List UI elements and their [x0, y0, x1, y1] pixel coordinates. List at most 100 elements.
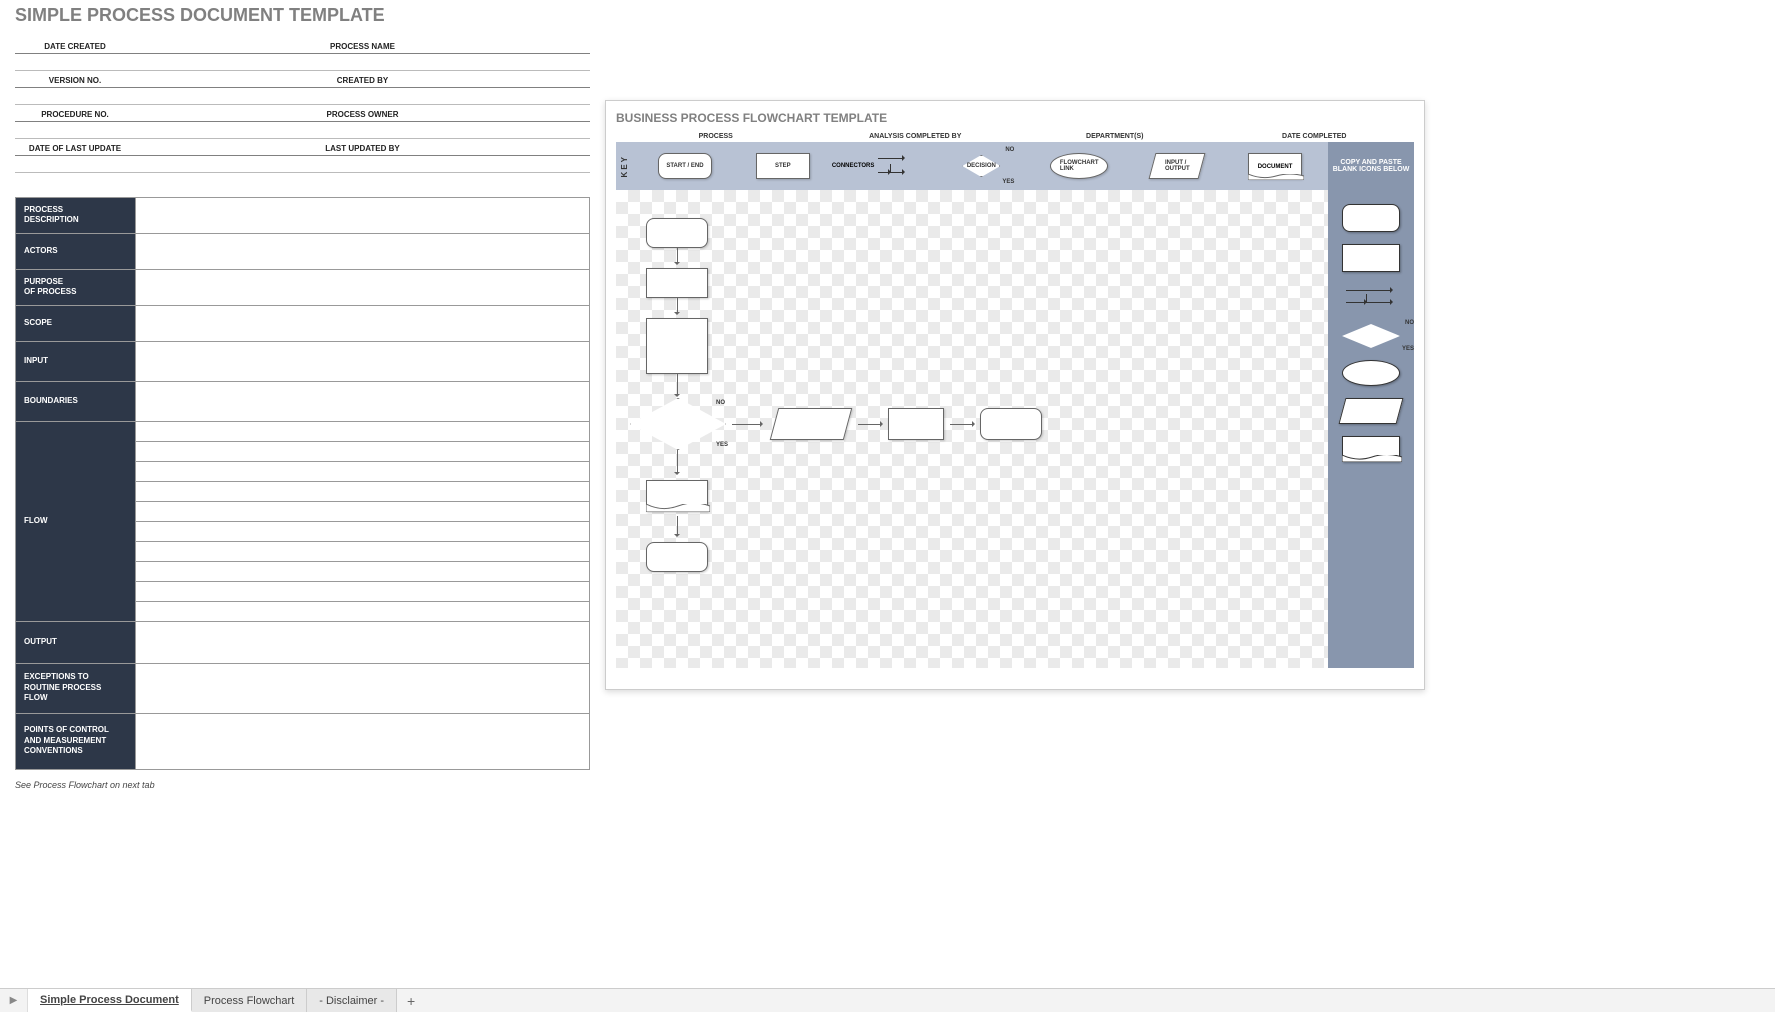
section-value-cell[interactable]	[136, 713, 590, 769]
sheet-tab[interactable]: Simple Process Document	[28, 989, 192, 1012]
canvas-document-node[interactable]	[646, 480, 708, 512]
section-value-cell[interactable]	[136, 621, 590, 663]
arrow-down-icon	[677, 516, 678, 536]
meta-value-cell[interactable]	[15, 87, 135, 104]
section-value-cell[interactable]	[136, 381, 590, 421]
key-bar: KEY START / END STEP CONNECTORS DECISIONNOY…	[616, 142, 1328, 190]
palette-rect-icon[interactable]	[1342, 244, 1400, 272]
key-document-icon: DOCUMENT	[1248, 153, 1302, 179]
arrow-right-icon	[732, 424, 762, 425]
canvas-big-step-node[interactable]	[646, 318, 708, 374]
fc-header-label: ANALYSIS COMPLETED BY	[816, 133, 1016, 140]
flowchart-headers: PROCESSANALYSIS COMPLETED BYDEPARTMENT(S…	[616, 133, 1414, 140]
section-value-cell[interactable]	[136, 305, 590, 341]
description-table: PROCESSDESCRIPTIONACTORSPURPOSEOF PROCES…	[15, 197, 590, 770]
meta-table: DATE CREATEDPROCESS NAMEVERSION NO.CREAT…	[15, 36, 590, 173]
palette-document-icon[interactable]	[1342, 436, 1400, 462]
meta-label: DATE CREATED	[15, 36, 135, 53]
sheet-tab[interactable]: Process Flowchart	[192, 989, 307, 1012]
meta-label: PROCEDURE NO.	[15, 104, 135, 121]
section-value-cell[interactable]	[136, 581, 590, 601]
meta-value-cell[interactable]	[15, 155, 135, 172]
decision-yes-label: YES	[716, 442, 728, 448]
section-value-cell[interactable]	[136, 663, 590, 713]
key-item: FLOWCHARTLINK	[1030, 153, 1128, 179]
canvas-io-node[interactable]	[770, 408, 853, 440]
canvas-decision-node[interactable]	[630, 398, 726, 450]
section-value-cell[interactable]	[136, 521, 590, 541]
section-label: OUTPUT	[16, 621, 136, 663]
section-label: BOUNDARIES	[16, 381, 136, 421]
arrow-right-icon	[950, 424, 974, 425]
key-item: START / END	[636, 153, 734, 179]
section-value-cell[interactable]	[136, 421, 590, 441]
section-label: EXCEPTIONS TOROUTINE PROCESS FLOW	[16, 663, 136, 713]
meta-value-cell[interactable]	[15, 121, 135, 138]
section-label: ACTORS	[16, 233, 136, 269]
key-connectors-icon	[878, 150, 932, 182]
palette-ellipse-icon[interactable]	[1342, 360, 1400, 386]
section-value-cell[interactable]	[136, 441, 590, 461]
section-value-cell[interactable]	[136, 481, 590, 501]
section-value-cell[interactable]	[136, 269, 590, 305]
section-value-cell[interactable]	[136, 197, 590, 233]
section-label: POINTS OF CONTROLAND MEASUREMENTCONVENTI…	[16, 713, 136, 769]
section-value-cell[interactable]	[136, 561, 590, 581]
footnote: See Process Flowchart on next tab	[15, 780, 590, 790]
section-label: FLOW	[16, 421, 136, 621]
section-label: INPUT	[16, 341, 136, 381]
arrow-down-icon	[677, 450, 678, 474]
key-rect-icon: STEP	[756, 153, 810, 179]
meta-value-cell[interactable]	[135, 87, 590, 104]
flowchart-body: NO YES	[616, 190, 1414, 668]
icon-palette: NO YES	[1328, 190, 1414, 668]
meta-value-cell[interactable]	[135, 53, 590, 70]
palette-connectors-icon[interactable]	[1342, 284, 1400, 312]
canvas-step-node[interactable]	[646, 268, 708, 298]
key-diamond-icon: DECISIONNOYES	[962, 155, 1000, 177]
section-label: PROCESSDESCRIPTION	[16, 197, 136, 233]
key-item: DOCUMENT	[1226, 153, 1324, 179]
key-label: KEY	[620, 155, 634, 177]
left-title: SIMPLE PROCESS DOCUMENT TEMPLATE	[15, 5, 590, 26]
sheet-tab[interactable]: - Disclaimer -	[307, 989, 397, 1012]
fc-header-label: DATE COMPLETED	[1215, 133, 1415, 140]
key-rrect-icon: START / END	[658, 153, 712, 179]
section-value-cell[interactable]	[136, 501, 590, 521]
palette-rrect-icon[interactable]	[1342, 204, 1400, 232]
key-item: DECISIONNOYES	[932, 155, 1030, 177]
canvas-start-node[interactable]	[646, 218, 708, 248]
section-value-cell[interactable]	[136, 233, 590, 269]
key-ellipse-icon: FLOWCHARTLINK	[1050, 153, 1108, 179]
fc-header-label: DEPARTMENT(S)	[1015, 133, 1215, 140]
copy-paste-label: COPY AND PASTE BLANK ICONS BELOW	[1328, 142, 1414, 190]
meta-value-cell[interactable]	[135, 155, 590, 172]
canvas-terminal-node[interactable]	[646, 542, 708, 572]
section-value-cell[interactable]	[136, 461, 590, 481]
meta-value-cell[interactable]	[135, 121, 590, 138]
section-value-cell[interactable]	[136, 341, 590, 381]
arrow-right-icon	[858, 424, 882, 425]
palette-diamond-icon[interactable]: NO YES	[1342, 324, 1400, 348]
key-parallelogram-icon: INPUT /OUTPUT	[1149, 153, 1206, 179]
canvas-end-node[interactable]	[980, 408, 1042, 440]
canvas-step2-node[interactable]	[888, 408, 944, 440]
left-document-pane: SIMPLE PROCESS DOCUMENT TEMPLATE DATE CR…	[15, 5, 590, 790]
section-label: SCOPE	[16, 305, 136, 341]
add-tab-button[interactable]: +	[397, 989, 425, 1012]
meta-value-cell[interactable]	[15, 53, 135, 70]
fc-header-label: PROCESS	[616, 133, 816, 140]
section-label: PURPOSEOF PROCESS	[16, 269, 136, 305]
tab-scroll-icon[interactable]: ▶	[0, 989, 28, 1012]
section-value-cell[interactable]	[136, 601, 590, 621]
key-item: STEP	[734, 153, 832, 179]
flowchart-canvas[interactable]: NO YES	[616, 190, 1328, 668]
flowchart-pane: BUSINESS PROCESS FLOWCHART TEMPLATE PROC…	[605, 100, 1425, 690]
section-value-cell[interactable]	[136, 541, 590, 561]
meta-label: LAST UPDATED BY	[135, 138, 590, 155]
arrow-down-icon	[677, 374, 678, 396]
key-item: CONNECTORS	[832, 150, 933, 182]
meta-label: PROCESS NAME	[135, 36, 590, 53]
palette-parallelogram-icon[interactable]	[1339, 398, 1404, 424]
meta-label: CREATED BY	[135, 70, 590, 87]
